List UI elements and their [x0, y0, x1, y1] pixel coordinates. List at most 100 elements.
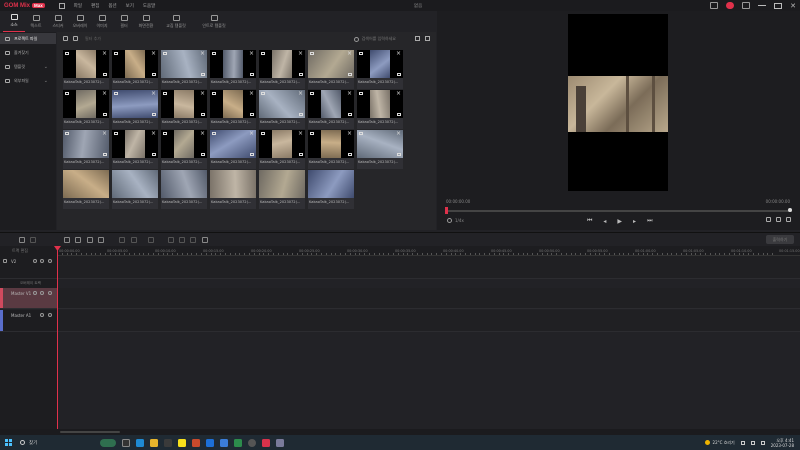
lock-icon[interactable]: [3, 259, 7, 263]
media-item[interactable]: × KakaoTalk_2023072(...: [63, 130, 109, 169]
filter-icon[interactable]: [415, 36, 420, 41]
remove-icon[interactable]: ×: [200, 90, 205, 97]
brush-icon[interactable]: [190, 237, 196, 243]
add-to-timeline-icon[interactable]: [152, 113, 156, 116]
add-to-timeline-icon[interactable]: [152, 153, 156, 156]
skip-start-icon[interactable]: ⏮: [587, 217, 592, 225]
tab-transition[interactable]: 화면전환: [135, 15, 157, 32]
app-icon[interactable]: [234, 438, 242, 447]
tab-sticker[interactable]: 스티커: [47, 15, 69, 32]
remove-icon[interactable]: ×: [249, 50, 254, 57]
remove-icon[interactable]: ×: [298, 90, 303, 97]
volume-icon[interactable]: [168, 237, 174, 243]
remove-icon[interactable]: ×: [200, 130, 205, 137]
seek-handle[interactable]: [445, 207, 448, 214]
paste-icon[interactable]: [98, 237, 104, 243]
task-view-icon[interactable]: [122, 438, 130, 447]
menu-help[interactable]: 도움말: [143, 3, 155, 9]
add-to-timeline-icon[interactable]: [397, 153, 401, 156]
media-item[interactable]: × KakaoTalk_2023072(...: [161, 90, 207, 129]
notice-icon[interactable]: [710, 2, 719, 9]
rotate-icon[interactable]: [131, 237, 137, 243]
add-to-timeline-icon[interactable]: [250, 153, 254, 156]
network-icon[interactable]: [750, 440, 755, 445]
gom-mix-taskbar-icon[interactable]: [262, 438, 270, 447]
media-item[interactable]: × KakaoTalk_2023072(...: [259, 90, 305, 129]
lock-icon[interactable]: [48, 291, 52, 295]
close-button[interactable]: ✕: [790, 2, 796, 9]
twitter-icon[interactable]: [206, 438, 214, 447]
tab-text[interactable]: 텍스트: [25, 15, 47, 32]
weather-widget[interactable]: 22°C 흐리기: [704, 440, 735, 446]
media-item[interactable]: KakaoTalk_2023072(...: [210, 170, 256, 209]
cut-icon[interactable]: [64, 237, 70, 243]
redo-icon[interactable]: [30, 237, 36, 243]
settings-icon[interactable]: [742, 2, 751, 9]
remove-icon[interactable]: ×: [249, 90, 254, 97]
media-item[interactable]: × KakaoTalk_2023072(...: [357, 50, 403, 89]
track-edit-label[interactable]: 트랙 편집: [12, 248, 28, 254]
undo-icon[interactable]: [19, 237, 25, 243]
media-item[interactable]: KakaoTalk_2023072(...: [308, 170, 354, 209]
remove-icon[interactable]: ×: [347, 130, 352, 137]
tab-overlay[interactable]: 오버레이: [69, 15, 91, 32]
media-item[interactable]: × KakaoTalk_2023072(...: [112, 130, 158, 169]
lock-icon[interactable]: [48, 259, 52, 263]
chrome-icon[interactable]: [248, 438, 256, 447]
media-item[interactable]: × KakaoTalk_2023072(...: [210, 90, 256, 129]
add-to-timeline-icon[interactable]: [250, 113, 254, 116]
media-item[interactable]: × KakaoTalk_2023072(...: [308, 130, 354, 169]
media-item[interactable]: × KakaoTalk_2023072(...: [357, 90, 403, 129]
export-button[interactable]: 출력하기: [766, 235, 794, 244]
copy-icon[interactable]: [87, 237, 93, 243]
remove-icon[interactable]: ×: [396, 90, 401, 97]
media-item[interactable]: × KakaoTalk_2023072(...: [63, 90, 109, 129]
speaker-icon[interactable]: [40, 291, 44, 295]
remove-icon[interactable]: ×: [151, 50, 156, 57]
app-icon[interactable]: [276, 438, 284, 447]
zoom-control[interactable]: 1/4x: [447, 218, 464, 223]
split-icon[interactable]: [75, 237, 81, 243]
add-to-timeline-icon[interactable]: [250, 73, 254, 76]
chevron-up-icon[interactable]: [740, 440, 745, 445]
play-icon[interactable]: ▶: [617, 218, 622, 225]
account-icon[interactable]: [726, 2, 735, 9]
menu-file[interactable]: 파일: [74, 3, 82, 9]
timeline-ruler[interactable]: 00:00:00.00 00:00:05.00 00:00:10.00 00:00:1…: [57, 246, 800, 256]
store-icon[interactable]: [164, 438, 172, 447]
tab-source[interactable]: 소스: [3, 14, 25, 32]
grid-view-icon[interactable]: [425, 36, 430, 41]
media-item[interactable]: × KakaoTalk_2023072(...: [259, 130, 305, 169]
media-item[interactable]: × KakaoTalk_2023072(...: [63, 50, 109, 89]
media-item[interactable]: KakaoTalk_2023072(...: [259, 170, 305, 209]
menu-options[interactable]: 옵션: [108, 3, 116, 9]
lock-icon[interactable]: [48, 313, 52, 317]
add-to-timeline-icon[interactable]: [201, 153, 205, 156]
media-item[interactable]: × KakaoTalk_2023072(...: [161, 130, 207, 169]
eye-icon[interactable]: [776, 217, 781, 222]
remove-icon[interactable]: ×: [396, 130, 401, 137]
media-item[interactable]: KakaoTalk_2023072(...: [63, 170, 109, 209]
sidebar-item-external[interactable]: 외부파일 ⌄: [0, 75, 56, 86]
file-explorer-icon[interactable]: [150, 438, 158, 447]
add-to-timeline-icon[interactable]: [103, 153, 107, 156]
media-item[interactable]: × KakaoTalk_2023072(...: [161, 50, 207, 89]
next-frame-icon[interactable]: ▸: [633, 218, 636, 225]
add-to-timeline-icon[interactable]: [397, 73, 401, 76]
remove-icon[interactable]: ×: [347, 50, 352, 57]
shield-icon[interactable]: [202, 237, 208, 243]
speed-icon[interactable]: [148, 237, 154, 243]
remove-icon[interactable]: ×: [298, 50, 303, 57]
kakaotalk-icon[interactable]: [178, 438, 186, 447]
widgets-icon[interactable]: [100, 438, 116, 447]
skip-end-icon[interactable]: ⏭: [647, 217, 652, 225]
tab-filter[interactable]: 필터: [113, 15, 135, 32]
sidebar-item-templates[interactable]: 템플릿 ⌄: [0, 61, 56, 72]
sidebar-item-favorites[interactable]: 즐겨찾기: [0, 47, 56, 58]
tab-intro-template[interactable]: 인트로 템플릿: [195, 15, 233, 32]
menu-view[interactable]: 보기: [126, 3, 134, 9]
volume-icon[interactable]: [760, 440, 765, 445]
speaker-icon[interactable]: [40, 259, 44, 263]
remove-icon[interactable]: ×: [102, 50, 107, 57]
taskbar-search[interactable]: 찾기: [20, 440, 90, 446]
